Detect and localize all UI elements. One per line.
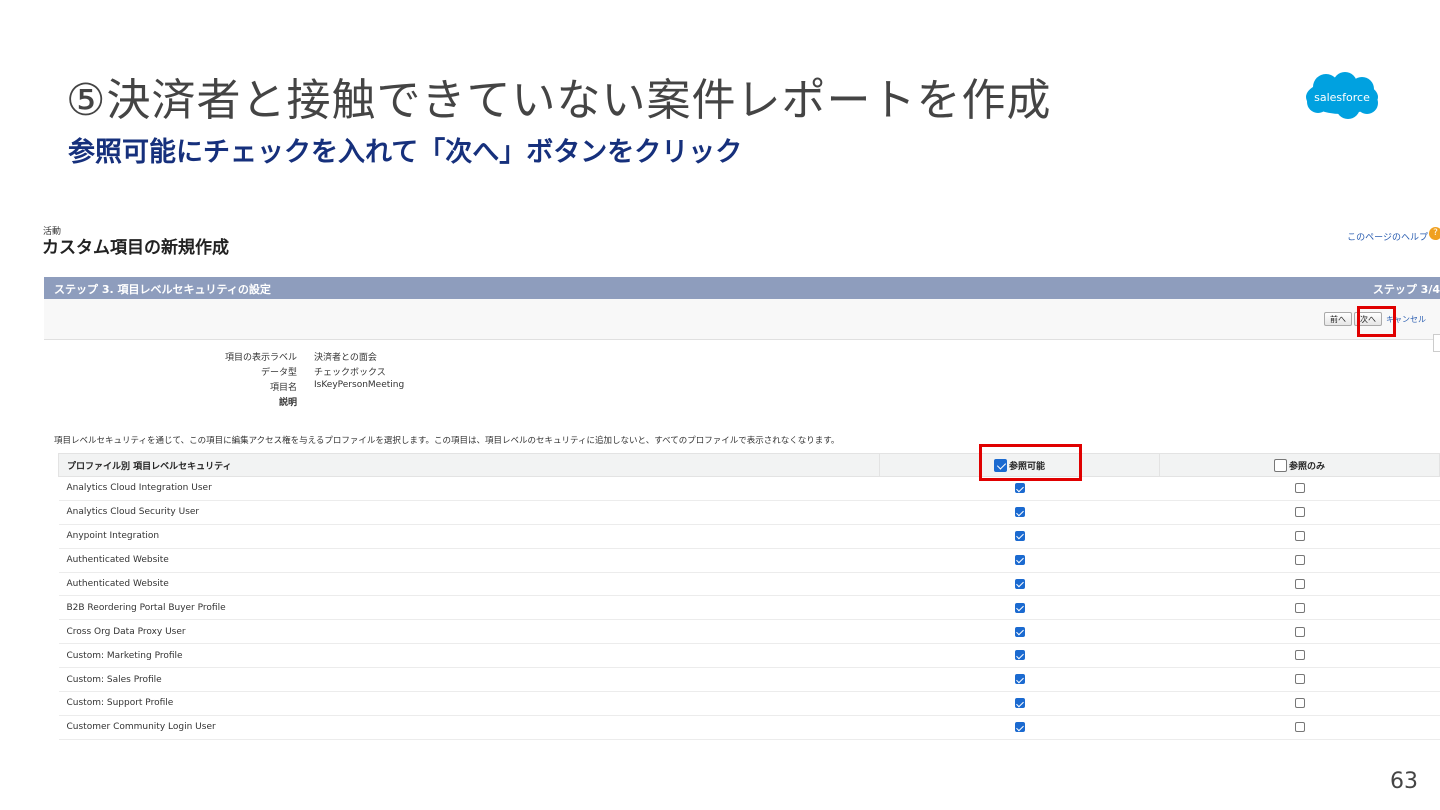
header-profile: プロファイル別 項目レベルセキュリティ [57, 453, 881, 477]
info-row-type: データ型 チェックボックス [42, 365, 442, 378]
visible-checkbox[interactable] [1014, 507, 1025, 518]
table-row: Cross Org Data Proxy User [58, 619, 1440, 645]
readonly-checkbox[interactable] [1294, 722, 1305, 733]
table-row: Custom: Support Profile [58, 691, 1440, 716]
profile-name: Authenticated Website [58, 572, 880, 597]
visible-checkbox[interactable] [1014, 530, 1025, 541]
info-label: データ型 [260, 368, 297, 378]
info-row-name: 項目名 IsKeyPersonMeeting [42, 380, 442, 393]
readonly-checkbox[interactable] [1294, 554, 1305, 565]
step-title: ステップ 3. 項目レベルセキュリティの設定 [54, 283, 271, 296]
visible-checkbox[interactable] [1014, 698, 1025, 709]
table-row: Analytics Cloud Security User [58, 500, 1440, 525]
profile-name: Cross Org Data Proxy User [58, 619, 880, 645]
slide-title: ⑤決済者と接触できていない案件レポートを作成 [66, 75, 1052, 126]
profile-name: Authenticated Website [58, 548, 880, 573]
profile-name: Custom: Support Profile [58, 691, 880, 716]
step-counter: ステップ 3/4 [1372, 283, 1440, 296]
profile-name: Custom: Sales Profile [58, 667, 880, 693]
page-number: 63 [1390, 769, 1418, 794]
visible-checkbox[interactable] [1014, 578, 1025, 589]
security-table: プロファイル別 項目レベルセキュリティ 参照可能 参照のみ Analytics … [57, 453, 1440, 740]
next-button-highlight [1357, 306, 1396, 337]
header-readonly: 参照のみ [1159, 453, 1440, 477]
table-row: Anypoint Integration [58, 524, 1440, 549]
readonly-checkbox[interactable] [1294, 507, 1305, 518]
table-row: Authenticated Website [58, 572, 1440, 597]
visible-checkbox[interactable] [1014, 674, 1025, 685]
table-row: B2B Reordering Portal Buyer Profile [58, 595, 1440, 621]
info-row-label: 項目の表示ラベル 決済者との面会 [42, 350, 442, 363]
page-title: カスタム項目の新規作成 [42, 238, 229, 258]
step-header: ステップ 3. 項目レベルセキュリティの設定 ステップ 3/4 [44, 277, 1440, 299]
button-bar: 前へ 次へ キャンセル [44, 299, 1440, 340]
profile-name: Analytics Cloud Integration User [58, 476, 880, 501]
readonly-checkbox[interactable] [1294, 530, 1305, 541]
salesforce-logo: salesforce [1300, 70, 1384, 122]
table-row: Custom: Marketing Profile [58, 643, 1440, 669]
header-readonly-label: 参照のみ [1288, 461, 1325, 472]
info-label: 項目名 [269, 383, 297, 393]
profile-name: B2B Reordering Portal Buyer Profile [58, 595, 880, 621]
help-icon[interactable]: ? [1429, 227, 1440, 240]
readonly-checkbox[interactable] [1294, 602, 1305, 613]
prev-button[interactable]: 前へ [1324, 312, 1352, 326]
profile-name: Customer Community Login User [58, 715, 880, 740]
screenshot-area: 活動 カスタム項目の新規作成 このページのヘルプ ? ステップ 3. 項目レベル… [42, 222, 1440, 752]
table-row: Customer Community Login User [58, 715, 1440, 740]
info-value: 決済者との面会 [314, 353, 377, 363]
security-description: 項目レベルセキュリティを通じて、この項目に編集アクセス権を与えるプロファイルを選… [54, 436, 840, 446]
table-row: Analytics Cloud Integration User [58, 476, 1440, 501]
info-row-description: 説明 [42, 395, 442, 408]
visible-checkbox[interactable] [1014, 554, 1025, 565]
profile-name: Anypoint Integration [58, 524, 880, 549]
visible-checkbox[interactable] [1014, 602, 1025, 613]
readonly-checkbox[interactable] [1294, 698, 1305, 709]
readonly-checkbox[interactable] [1294, 626, 1305, 637]
side-tab[interactable] [1433, 334, 1440, 352]
profile-name: Custom: Marketing Profile [58, 643, 880, 669]
profile-name: Analytics Cloud Security User [58, 500, 880, 525]
visible-checkbox[interactable] [1014, 626, 1025, 637]
slide-subtitle: 参照可能にチェックを入れて「次へ」ボタンをクリック [68, 137, 743, 168]
readonly-checkbox[interactable] [1294, 578, 1305, 589]
visible-checkbox[interactable] [1014, 722, 1025, 733]
help-link[interactable]: このページのヘルプ [1347, 230, 1428, 243]
table-header-row: プロファイル別 項目レベルセキュリティ 参照可能 参照のみ [57, 453, 1440, 477]
table-row: Custom: Sales Profile [58, 667, 1440, 693]
logo-text: salesforce [1314, 91, 1370, 104]
visible-header-highlight [979, 444, 1082, 481]
info-value: チェックボックス [314, 368, 386, 378]
table-row: Authenticated Website [58, 548, 1440, 573]
info-label: 説明 [278, 398, 297, 408]
readonly-checkbox[interactable] [1294, 650, 1305, 661]
visible-checkbox[interactable] [1014, 650, 1025, 661]
header-readonly-checkbox[interactable] [1273, 458, 1287, 472]
info-value: IsKeyPersonMeeting [314, 380, 405, 390]
readonly-checkbox[interactable] [1294, 483, 1305, 494]
info-label: 項目の表示ラベル [224, 353, 297, 363]
visible-checkbox[interactable] [1014, 483, 1025, 494]
readonly-checkbox[interactable] [1294, 674, 1305, 685]
